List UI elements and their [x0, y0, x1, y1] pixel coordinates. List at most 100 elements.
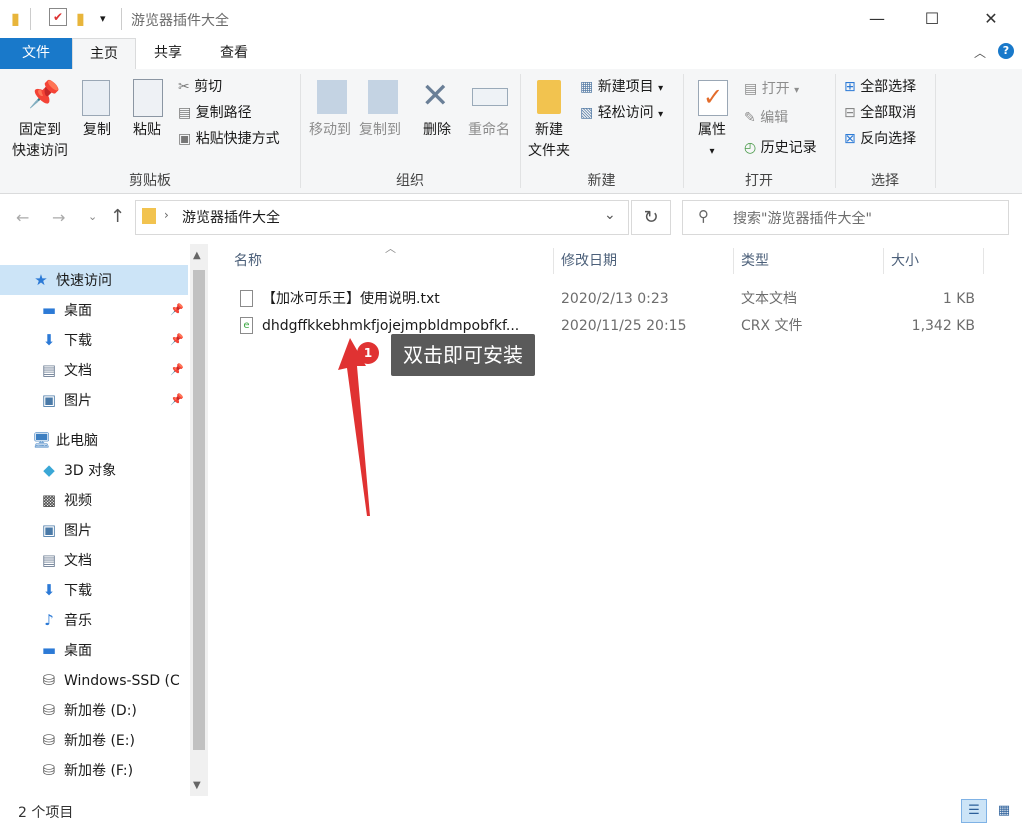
- nav-scrollbar-thumb[interactable]: [193, 270, 205, 750]
- nav-item[interactable]: ⬇ 下载 📌: [0, 325, 188, 355]
- easy-access-button[interactable]: ▧ 轻松访问 ▾: [580, 101, 663, 125]
- delete-icon: ✕: [421, 76, 450, 116]
- cut-button[interactable]: ✂ 剪切: [178, 75, 222, 99]
- chevron-right-icon[interactable]: ›: [164, 208, 169, 222]
- select-all-button[interactable]: ⊞ 全部选择: [844, 75, 916, 99]
- properties-label: 属性: [698, 122, 726, 138]
- crx-file-icon: e: [240, 317, 253, 334]
- nav-item[interactable]: ⛁ 新加卷 (F:): [0, 755, 188, 785]
- chevron-down-icon[interactable]: ⌄: [604, 207, 616, 223]
- tab-view[interactable]: 查看: [204, 38, 264, 69]
- refresh-icon: ↻: [643, 207, 659, 228]
- search-icon: ⚲: [698, 207, 709, 225]
- scroll-down-icon[interactable]: ▼: [193, 780, 201, 791]
- nav-item[interactable]: ▤ 文档: [0, 545, 188, 575]
- recent-locations-icon[interactable]: ⌄: [88, 210, 97, 223]
- tab-file[interactable]: 文件: [0, 38, 72, 69]
- nav-label: 新加卷 (D:): [64, 703, 137, 719]
- nav-this-pc[interactable]: 🖥 此电脑: [0, 425, 188, 455]
- pin-to-quick-access-button[interactable]: 固定到 快速访问: [8, 120, 72, 162]
- nav-item[interactable]: ▤ 文档 📌: [0, 355, 188, 385]
- new-folder-quick-icon[interactable]: ▮: [76, 9, 85, 28]
- pin-icon[interactable]: 📌: [170, 325, 184, 355]
- tab-home[interactable]: 主页: [72, 38, 136, 70]
- breadcrumb-current[interactable]: 游览器插件大全: [182, 207, 280, 227]
- paste-button[interactable]: 粘贴: [128, 120, 166, 141]
- search-placeholder: 搜索"游览器插件大全": [733, 211, 872, 227]
- new-item-button[interactable]: ▦ 新建项目 ▾: [580, 75, 663, 99]
- invert-selection-button[interactable]: ⊠ 反向选择: [844, 127, 916, 151]
- up-arrow-icon[interactable]: ↑: [110, 206, 125, 227]
- properties-quick-icon[interactable]: ✔: [49, 8, 67, 26]
- column-divider[interactable]: [983, 248, 984, 274]
- invert-selection-label: 反向选择: [860, 131, 917, 147]
- new-folder-button[interactable]: 新建 文件夹: [523, 120, 575, 162]
- nav-item[interactable]: ⬇ 下载: [0, 575, 188, 605]
- large-icons-view-icon[interactable]: ▦: [991, 799, 1017, 823]
- nav-item[interactable]: ♪ 音乐: [0, 605, 188, 635]
- help-icon[interactable]: ?: [998, 43, 1014, 59]
- nav-item[interactable]: ⛁ 新加卷 (E:): [0, 725, 188, 755]
- step-badge: 1: [357, 342, 379, 364]
- edit-button[interactable]: ✎ 编辑: [744, 106, 788, 130]
- collapse-ribbon-icon[interactable]: ︿: [974, 44, 986, 61]
- back-arrow-icon[interactable]: ←: [16, 208, 29, 227]
- nav-label: 桌面: [64, 303, 92, 319]
- select-none-button[interactable]: ⊟ 全部取消: [844, 101, 916, 125]
- nav-item[interactable]: ⛁ 新加卷 (D:): [0, 695, 188, 725]
- column-header-type[interactable]: 类型: [733, 244, 883, 278]
- file-type: CRX 文件: [741, 318, 803, 334]
- pin-icon[interactable]: 📌: [170, 385, 184, 415]
- invert-selection-icon: ⊠: [844, 131, 856, 147]
- pin-icon[interactable]: 📌: [170, 355, 184, 385]
- history-button[interactable]: ◴ 历史记录: [744, 136, 817, 160]
- copy-to-button[interactable]: 复制到: [355, 120, 405, 141]
- item-count: 2 个项目: [18, 805, 74, 821]
- select-none-label: 全部取消: [860, 105, 917, 121]
- nav-item[interactable]: ⛁ Windows-SSD (C: [0, 665, 188, 695]
- copy-path-button[interactable]: ▤ 复制路径: [178, 101, 252, 125]
- nav-quick-access[interactable]: ★ 快速访问: [0, 265, 188, 295]
- move-to-button[interactable]: 移动到: [305, 120, 355, 141]
- pin-icon[interactable]: 📌: [170, 295, 184, 325]
- close-button[interactable]: ✕: [968, 0, 1014, 38]
- forward-arrow-icon[interactable]: →: [52, 208, 65, 227]
- nav-item[interactable]: ▬ 桌面 📌: [0, 295, 188, 325]
- refresh-button[interactable]: ↻: [631, 200, 671, 235]
- delete-button[interactable]: 删除: [417, 120, 457, 141]
- nav-item[interactable]: ▣ 图片 📌: [0, 385, 188, 415]
- copy-button[interactable]: 复制: [78, 120, 116, 141]
- pin-icon: 📌: [28, 80, 61, 110]
- paste-shortcut-icon: ▣: [178, 131, 192, 147]
- select-all-icon: ⊞: [844, 79, 856, 95]
- details-view-icon[interactable]: ☰: [961, 799, 987, 823]
- file-name[interactable]: 【加冰可乐王】使用说明.txt: [262, 286, 552, 312]
- maximize-button[interactable]: ☐: [909, 0, 955, 38]
- rename-button[interactable]: 重命名: [462, 120, 516, 141]
- dropdown-arrow-icon: ▾: [709, 146, 715, 157]
- column-header-modified[interactable]: 修改日期: [553, 244, 733, 278]
- folder-icon: ▮: [11, 9, 20, 28]
- nav-label: 桌面: [64, 643, 92, 659]
- tab-share[interactable]: 共享: [140, 38, 196, 69]
- nav-item[interactable]: ▣ 图片: [0, 515, 188, 545]
- status-bar: [0, 796, 1022, 827]
- pictures-icon: ▣: [41, 391, 57, 409]
- properties-button[interactable]: 属性 ▾: [692, 120, 732, 162]
- nav-label: 文档: [64, 363, 92, 379]
- nav-item[interactable]: ◆ 3D 对象: [0, 455, 188, 485]
- scroll-up-icon[interactable]: ▲: [193, 250, 201, 261]
- star-icon: ★: [34, 271, 48, 289]
- column-header-size[interactable]: 大小: [883, 244, 983, 278]
- paste-shortcut-button[interactable]: ▣ 粘贴快捷方式: [178, 127, 280, 151]
- nav-item[interactable]: ▬ 桌面: [0, 635, 188, 665]
- column-header-name[interactable]: 名称: [226, 244, 553, 278]
- dropdown-arrow-icon: ▾: [658, 109, 664, 120]
- file-type: 文本文档: [741, 291, 797, 307]
- customize-quick-access-icon[interactable]: ▾: [100, 12, 106, 25]
- open-button[interactable]: ▤ 打开 ▾: [744, 77, 799, 101]
- properties-icon: ✓: [698, 80, 728, 116]
- nav-item[interactable]: ▩ 视频: [0, 485, 188, 515]
- group-label-new: 新建: [587, 173, 616, 189]
- minimize-button[interactable]: —: [854, 0, 900, 38]
